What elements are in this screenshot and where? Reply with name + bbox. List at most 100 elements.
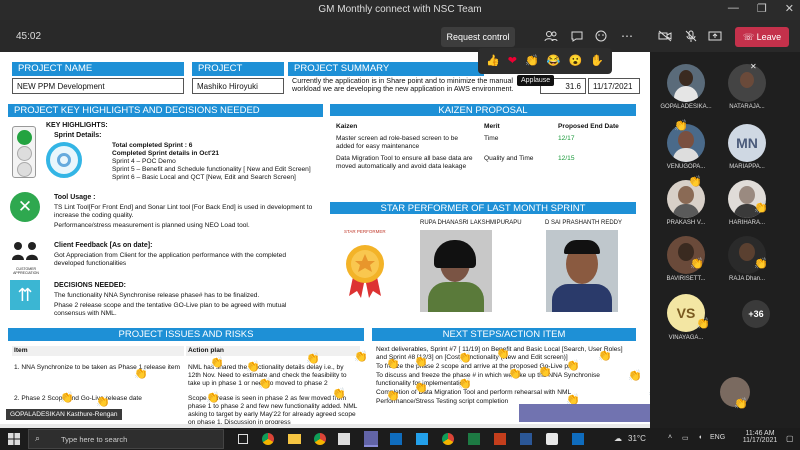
kaizen-col-kaizen: Kaizen <box>336 123 358 130</box>
tray-chevron-icon[interactable]: ˄ <box>668 434 672 441</box>
highlights-header: PROJECT KEY HIGHLIGHTS AND DECISIONS NEE… <box>8 104 323 117</box>
like-reaction-icon[interactable]: 👍 <box>486 54 500 68</box>
clap-icon: 👏 <box>674 120 688 132</box>
surprised-reaction-icon[interactable]: 😮 <box>568 54 582 68</box>
clap-icon: 👏 <box>696 318 710 330</box>
app-icon[interactable] <box>546 433 558 445</box>
clap-icon: 👏 <box>206 392 220 404</box>
window-title: GM Monthly connect with NSC Team <box>318 4 482 15</box>
clap-icon: 👏 <box>96 396 110 408</box>
participant-name: HARIHARA... <box>728 220 765 226</box>
leave-label: Leave <box>756 32 782 42</box>
applause-reaction-icon[interactable]: 👏 <box>525 54 539 68</box>
more-participants-button[interactable]: +36 <box>742 300 770 328</box>
sprint-line-completed: Completed Sprint details in Oct'21 <box>112 150 220 157</box>
laugh-reaction-icon[interactable]: 😂 <box>547 54 561 68</box>
kaizen-cell: Data Migration Tool to ensure all base d… <box>336 155 473 170</box>
weather-icon: ☁ <box>614 434 622 443</box>
reactions-icon[interactable] <box>594 29 608 43</box>
battery-icon[interactable]: ▭ <box>682 434 689 442</box>
vscode-app-icon[interactable] <box>416 433 428 445</box>
lang-indicator[interactable]: ENG <box>710 434 725 441</box>
chrome-app-icon[interactable] <box>442 433 454 445</box>
kaizen-cell: 12/17 <box>558 135 575 142</box>
participants-panel: GOPALADESIKA... NATARAJA... VENUGOPA... … <box>650 52 800 428</box>
clap-icon: 👏 <box>246 361 260 373</box>
request-control-button[interactable]: Request control <box>441 27 515 47</box>
star-person-2-name: D SAI PRASHANTH REDDY <box>545 220 623 226</box>
sprint-line-5: Sprint 5 – Benefit and Schedule function… <box>112 166 311 173</box>
excel-app-icon[interactable] <box>468 433 480 445</box>
task-view-icon[interactable] <box>238 434 248 444</box>
kaizen-table: Kaizen Merit Proposed End Date Master scre… <box>332 120 634 174</box>
volume-icon[interactable]: ◖ <box>698 434 702 441</box>
clap-icon: 👏 <box>508 368 522 380</box>
weather-temp: 31°C <box>628 434 646 443</box>
chrome-app-icon[interactable] <box>314 433 326 445</box>
clap-icon: 👏 <box>458 378 472 390</box>
notification-bar <box>519 404 665 422</box>
clap-icon: 👏 <box>566 360 580 372</box>
clap-icon: 👏 <box>386 390 400 402</box>
participant-name: NATARAJA... <box>729 104 765 110</box>
people-icon[interactable] <box>544 29 558 43</box>
outlook-app-icon[interactable] <box>390 433 402 445</box>
clap-icon: 👏 <box>306 353 320 365</box>
avatar[interactable] <box>667 64 705 102</box>
issues-header: PROJECT ISSUES AND RISKS <box>8 328 364 341</box>
taskbar-search[interactable]: ⌕ Type here to search <box>28 429 224 449</box>
clap-icon: 👏 <box>754 202 768 214</box>
window-titlebar: GM Monthly connect with NSC Team — ❐ ✕ <box>0 0 800 20</box>
client-feedback-label: Client Feedback [As on date]: <box>54 242 153 249</box>
clock[interactable]: 11:46 AM 11/17/2021 <box>740 430 780 444</box>
app-icon[interactable] <box>338 433 350 445</box>
camera-off-icon[interactable] <box>658 29 672 43</box>
decision-line-phase2: Phase 2 release scope and the tentative … <box>54 302 287 317</box>
next-steps-header: NEXT STEPS/ACTION ITEM <box>372 328 636 341</box>
heart-reaction-icon[interactable]: ❤ <box>508 54 517 68</box>
presenter-name-tag: GOPALADESIKAN Kasthure-Rengan <box>6 409 122 420</box>
reactions-popup: 👍 ❤ 👏 😂 😮 ✋ <box>478 48 612 74</box>
minimize-button[interactable]: — <box>728 2 739 15</box>
chat-icon[interactable] <box>570 29 584 43</box>
file-explorer-icon[interactable] <box>288 434 301 444</box>
mic-off-icon[interactable] <box>684 29 698 43</box>
outlook-app-icon[interactable] <box>572 433 584 445</box>
share-icon[interactable] <box>708 29 722 43</box>
powerpoint-app-icon[interactable] <box>494 433 506 445</box>
project-manager-header: PROJECT MANAGER <box>192 62 284 87</box>
issue-item: 1. NNA Synchronize to be taken as Phase … <box>14 364 181 371</box>
avatar[interactable] <box>728 64 766 102</box>
project-name-header: PROJECT NAME <box>12 62 184 76</box>
more-icon[interactable]: ⋯ <box>620 29 634 43</box>
clap-icon: 👏 <box>258 378 272 390</box>
tool-usage-label: Tool Usage : <box>54 194 96 201</box>
traffic-light-icon <box>12 126 36 178</box>
kaizen-cell: Time <box>484 135 499 142</box>
start-button[interactable] <box>8 433 20 445</box>
tool-line-lint: TS Lint Tool[For Front End] and Sonar Li… <box>54 204 313 219</box>
mic-muted-icon: ✕ <box>750 62 757 71</box>
leave-button[interactable]: ☏ Leave <box>735 27 789 47</box>
notification-icon[interactable]: ▢ <box>786 434 794 443</box>
clap-icon: 👏 <box>414 356 428 368</box>
close-window-button[interactable]: ✕ <box>785 2 794 15</box>
kaizen-cell: Quality and Time <box>484 155 534 162</box>
participant-name: VENUGOPA... <box>666 164 706 170</box>
star-person-1-photo <box>420 230 492 312</box>
raise-hand-icon[interactable]: ✋ <box>590 54 604 68</box>
clap-icon: 👏 <box>496 348 510 360</box>
avatar[interactable]: MN <box>728 124 766 162</box>
participant-name: VINAYAGA... <box>668 335 704 341</box>
word-app-icon[interactable] <box>520 433 532 445</box>
shared-screen: PROJECT NAME NEW PPM Development PROJECT… <box>0 52 650 428</box>
teams-app-icon[interactable] <box>364 431 378 447</box>
decision-icon: ⇈ <box>10 280 40 310</box>
taskbar: ⌕ Type here to search ☁ 31°C ˄ ▭ ◖ ENG 1… <box>0 428 800 450</box>
chrome-app-icon[interactable] <box>262 433 274 445</box>
maximize-button[interactable]: ❐ <box>757 2 767 15</box>
clap-icon: 👏 <box>734 398 748 410</box>
clap-icon: 👏 <box>60 392 74 404</box>
meeting-toolbar: 45:02 Request control ⋯ ☏ Leave <box>0 20 800 52</box>
kaizen-header: KAIZEN PROPOSAL <box>330 104 636 116</box>
